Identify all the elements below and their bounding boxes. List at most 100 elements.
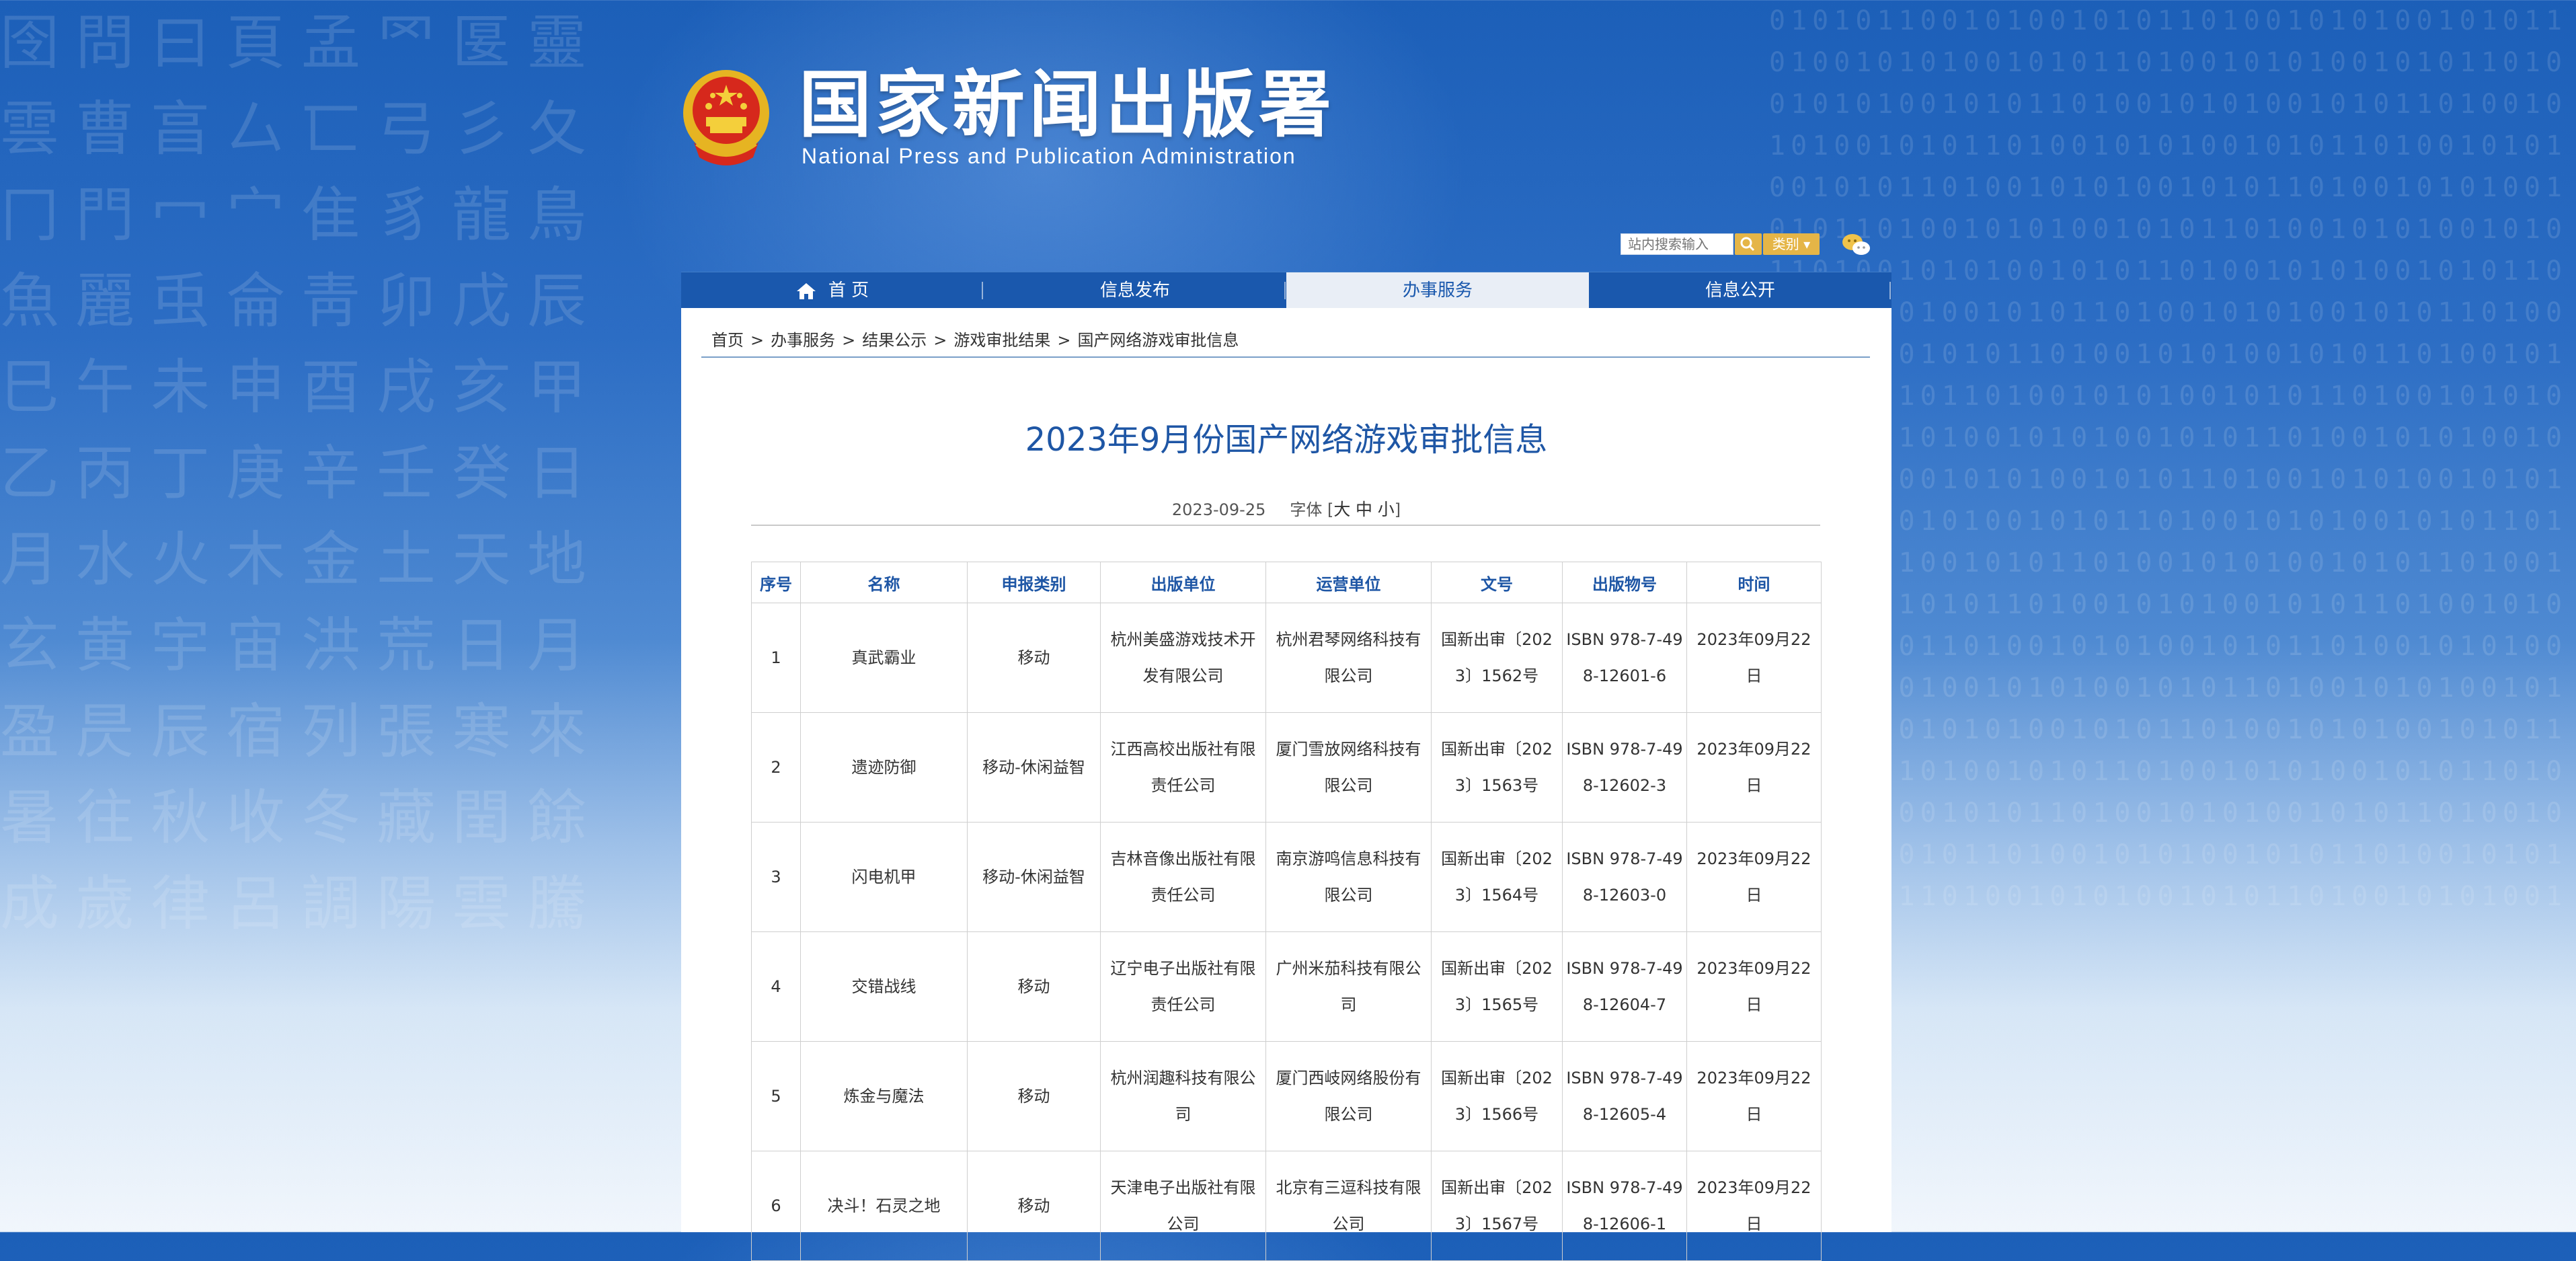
font-size-small[interactable]: 小 <box>1378 500 1395 519</box>
table-cell: 3 <box>751 822 801 932</box>
nav-home-label: 首 页 <box>828 280 869 301</box>
breadcrumb-separator: > <box>1057 331 1071 350</box>
table-row: 6 决斗！石灵之地 移动 天津电子出版社有限公司 北京有三逗科技有限公司 国新出… <box>751 1151 1822 1261</box>
nav-separator <box>1284 282 1286 299</box>
table-cell: 移动 <box>967 931 1101 1042</box>
table-cell: 遗迹防御 <box>800 712 968 823</box>
column-header: 序号 <box>751 562 801 603</box>
wechat-icon[interactable] <box>1841 231 1872 258</box>
table-cell: 国新出审〔2023〕1564号 <box>1431 822 1563 932</box>
approval-table: 序号 名称 申报类别 出版单位 运营单位 文号 出版物号 时间 1 真武霸业 移… <box>751 562 1822 1261</box>
main-nav: 首 页 信息发布 办事服务 信息公开 <box>681 272 1891 309</box>
table-header-row: 序号 名称 申报类别 出版单位 运营单位 文号 出版物号 时间 <box>751 562 1822 603</box>
site-subtitle: National Press and Publication Administr… <box>802 144 1296 168</box>
font-size-label: 字体 <box>1290 500 1323 519</box>
table-cell: 国新出审〔2023〕1566号 <box>1431 1041 1563 1151</box>
article-title: 2023年9月份国产网络游戏审批信息 <box>1025 421 1548 459</box>
table-cell: 江西高校出版社有限责任公司 <box>1100 712 1266 823</box>
table-cell: 杭州美盛游戏技术开发有限公司 <box>1100 603 1266 713</box>
table-cell: 炼金与魔法 <box>800 1041 968 1151</box>
table-cell: 国新出审〔2023〕1563号 <box>1431 712 1563 823</box>
breadcrumb-separator: > <box>933 331 947 350</box>
search-input[interactable] <box>1621 233 1733 255</box>
nav-separator <box>982 282 983 299</box>
search-category-select[interactable]: 类别 ▾ <box>1763 233 1820 255</box>
breadcrumb-current[interactable]: 国产网络游戏审批信息 <box>1077 331 1239 350</box>
table-cell: 厦门雪放网络科技有限公司 <box>1265 712 1432 823</box>
table-cell: 北京有三逗科技有限公司 <box>1265 1151 1432 1261</box>
table-cell: 移动 <box>967 603 1101 713</box>
table-cell: 国新出审〔2023〕1567号 <box>1431 1151 1563 1261</box>
site-title: 国家新闻出版署 <box>799 63 1336 147</box>
table-cell: 6 <box>751 1151 801 1261</box>
table-cell: 2023年09月22日 <box>1686 1151 1822 1261</box>
table-cell: 移动-休闲益智 <box>967 712 1101 823</box>
table-cell: 2023年09月22日 <box>1686 1041 1822 1151</box>
font-size-medium[interactable]: 中 <box>1356 500 1372 519</box>
nav-info-disclosure[interactable]: 信息公开 <box>1589 272 1891 309</box>
font-size-large[interactable]: 大 <box>1333 500 1350 519</box>
breadcrumb-home[interactable]: 首页 <box>711 331 744 350</box>
column-header: 运营单位 <box>1265 562 1432 603</box>
table-cell: ISBN 978-7-498-12602-3 <box>1562 712 1687 823</box>
breadcrumb-separator: > <box>842 331 856 350</box>
search-icon <box>1740 237 1755 252</box>
breadcrumb: 首页 > 办事服务 > 结果公示 > 游戏审批结果 > 国产网络游戏审批信息 <box>711 327 1239 350</box>
national-emblem-logo <box>683 70 769 165</box>
table-cell: ISBN 978-7-498-12601-6 <box>1562 603 1687 713</box>
table-cell: 5 <box>751 1041 801 1151</box>
table-cell: 国新出审〔2023〕1562号 <box>1431 603 1563 713</box>
nav-separator <box>1889 282 1891 299</box>
table-cell: 闪电机甲 <box>800 822 968 932</box>
table-cell: 2023年09月22日 <box>1686 603 1822 713</box>
breadcrumb-results[interactable]: 结果公示 <box>862 331 927 350</box>
breadcrumb-services[interactable]: 办事服务 <box>771 331 835 350</box>
table-cell: ISBN 978-7-498-12603-0 <box>1562 822 1687 932</box>
table-cell: 移动 <box>967 1151 1101 1261</box>
column-header: 出版物号 <box>1562 562 1687 603</box>
table-cell: ISBN 978-7-498-12606-1 <box>1562 1151 1687 1261</box>
table-cell: 辽宁电子出版社有限责任公司 <box>1100 931 1266 1042</box>
table-cell: ISBN 978-7-498-12605-4 <box>1562 1041 1687 1151</box>
column-header: 名称 <box>800 562 968 603</box>
table-row: 2 遗迹防御 移动-休闲益智 江西高校出版社有限责任公司 厦门雪放网络科技有限公… <box>751 712 1822 823</box>
column-header: 文号 <box>1431 562 1563 603</box>
table-cell: 国新出审〔2023〕1565号 <box>1431 931 1563 1042</box>
table-cell: 真武霸业 <box>800 603 968 713</box>
table-row: 3 闪电机甲 移动-休闲益智 吉林音像出版社有限责任公司 南京游鸣信息科技有限公… <box>751 822 1822 932</box>
font-size-bracket: [ <box>1327 500 1334 519</box>
home-icon <box>796 282 816 299</box>
nav-home[interactable]: 首 页 <box>681 272 984 309</box>
breadcrumb-divider <box>701 356 1870 358</box>
table-row: 4 交错战线 移动 辽宁电子出版社有限责任公司 广州米茄科技有限公司 国新出审〔… <box>751 931 1822 1042</box>
column-header: 申报类别 <box>967 562 1101 603</box>
table-cell: 交错战线 <box>800 931 968 1042</box>
table-row: 5 炼金与魔法 移动 杭州润趣科技有限公司 厦门西岐网络股份有限公司 国新出审〔… <box>751 1041 1822 1151</box>
column-header: 出版单位 <box>1100 562 1266 603</box>
publish-date: 2023-09-25 <box>1171 500 1266 519</box>
table-cell: 南京游鸣信息科技有限公司 <box>1265 822 1432 932</box>
table-cell: 广州米茄科技有限公司 <box>1265 931 1432 1042</box>
breadcrumb-game-approval[interactable]: 游戏审批结果 <box>953 331 1050 350</box>
background-calligraphy-pattern: 囹問曰頁孟罓匽靈雲曹亯厶匸弓彡夂冂門冖宀隹豸龍鳥魚麗䖝侖靑卯戊辰巳午未申酉戌亥甲… <box>0 8 603 938</box>
table-cell: 4 <box>751 931 801 1042</box>
table-cell: 移动 <box>967 1041 1101 1151</box>
font-size-bracket: ] <box>1394 500 1401 519</box>
search-button[interactable] <box>1735 233 1762 255</box>
table-cell: 决斗！石灵之地 <box>800 1151 968 1261</box>
table-cell: 移动-休闲益智 <box>967 822 1101 932</box>
table-cell: 杭州润趣科技有限公司 <box>1100 1041 1266 1151</box>
nav-services[interactable]: 办事服务 <box>1286 272 1589 309</box>
meta-divider <box>751 525 1820 526</box>
nav-info-release[interactable]: 信息发布 <box>984 272 1286 309</box>
article-meta: 2023-09-25 字体 [大 中 小] <box>681 496 1891 521</box>
table-cell: 2023年09月22日 <box>1686 712 1822 823</box>
table-cell: 吉林音像出版社有限责任公司 <box>1100 822 1266 932</box>
table-cell: 2023年09月22日 <box>1686 822 1822 932</box>
column-header: 时间 <box>1686 562 1822 603</box>
breadcrumb-separator: > <box>750 331 765 350</box>
table-cell: ISBN 978-7-498-12604-7 <box>1562 931 1687 1042</box>
table-row: 1 真武霸业 移动 杭州美盛游戏技术开发有限公司 杭州君琴网络科技有限公司 国新… <box>751 603 1822 713</box>
table-cell: 1 <box>751 603 801 713</box>
table-cell: 天津电子出版社有限公司 <box>1100 1151 1266 1261</box>
